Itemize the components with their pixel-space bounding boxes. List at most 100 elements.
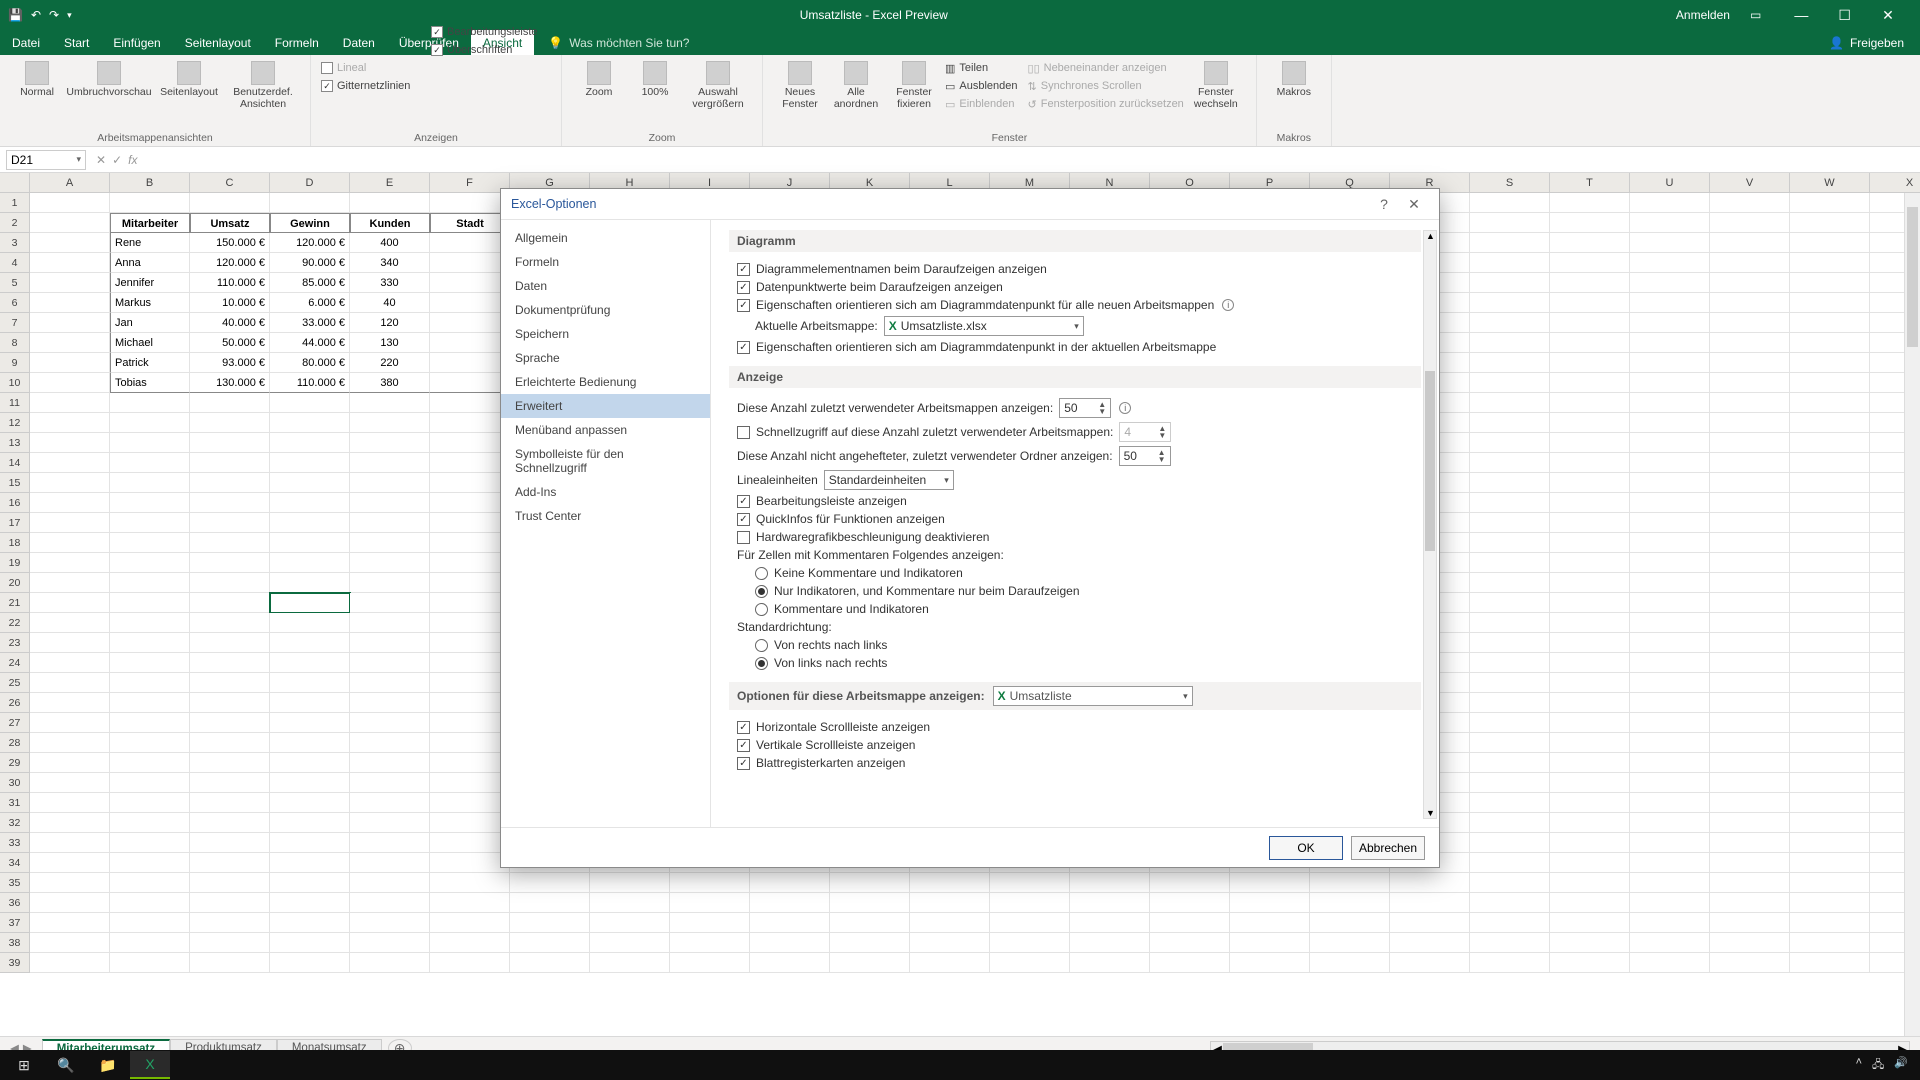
cell[interactable] <box>190 433 270 453</box>
cell[interactable] <box>1150 873 1230 893</box>
cell[interactable] <box>670 933 750 953</box>
cell[interactable] <box>1470 773 1550 793</box>
cell[interactable] <box>110 393 190 413</box>
cell[interactable] <box>1790 233 1870 253</box>
opt-comments-none[interactable]: Keine Kommentare und Indikatoren <box>729 564 1421 582</box>
cell[interactable] <box>750 893 830 913</box>
cell[interactable] <box>1790 853 1870 873</box>
col-header[interactable]: F <box>430 173 510 192</box>
cell[interactable] <box>1790 653 1870 673</box>
cell[interactable] <box>1470 253 1550 273</box>
cell[interactable] <box>1630 893 1710 913</box>
cell[interactable] <box>30 813 110 833</box>
cell[interactable] <box>350 473 430 493</box>
cell[interactable] <box>1790 633 1870 653</box>
cell[interactable] <box>1310 873 1390 893</box>
cell[interactable] <box>430 253 510 273</box>
cell[interactable] <box>1710 833 1790 853</box>
row-header[interactable]: 33 <box>0 833 30 853</box>
cell[interactable] <box>270 393 350 413</box>
cell[interactable] <box>110 513 190 533</box>
cell[interactable] <box>190 793 270 813</box>
cell[interactable] <box>350 813 430 833</box>
cell[interactable] <box>1630 333 1710 353</box>
cell[interactable] <box>1790 193 1870 213</box>
cell[interactable] <box>110 453 190 473</box>
tab-insert[interactable]: Einfügen <box>101 30 172 55</box>
cell[interactable] <box>1550 293 1630 313</box>
cell[interactable] <box>430 773 510 793</box>
save-icon[interactable]: 💾 <box>8 8 23 22</box>
cell[interactable] <box>190 613 270 633</box>
cell[interactable]: Gewinn <box>270 213 350 233</box>
cell[interactable] <box>1710 613 1790 633</box>
cell[interactable]: 120.000 € <box>270 233 350 253</box>
cell[interactable] <box>1790 453 1870 473</box>
col-header[interactable]: U <box>1630 173 1710 192</box>
cell[interactable] <box>30 833 110 853</box>
cell[interactable] <box>1470 673 1550 693</box>
cell[interactable] <box>590 893 670 913</box>
redo-icon[interactable]: ↷ <box>49 8 59 22</box>
cell[interactable] <box>110 873 190 893</box>
cell[interactable] <box>1790 593 1870 613</box>
name-box[interactable]: D21▾ <box>6 150 86 170</box>
cell[interactable] <box>510 933 590 953</box>
cell[interactable] <box>430 733 510 753</box>
cell[interactable] <box>30 293 110 313</box>
row-header[interactable]: 1 <box>0 193 30 213</box>
row-header[interactable]: 15 <box>0 473 30 493</box>
cell[interactable] <box>350 453 430 473</box>
cell[interactable] <box>990 893 1070 913</box>
cell[interactable] <box>1630 913 1710 933</box>
show-gridlines-checkbox[interactable]: ✓Gitternetzlinien <box>321 77 551 95</box>
cell[interactable] <box>1710 733 1790 753</box>
cell[interactable] <box>1710 553 1790 573</box>
cell[interactable] <box>430 233 510 253</box>
cell[interactable]: Rene <box>110 233 190 253</box>
cell[interactable] <box>430 533 510 553</box>
cell[interactable] <box>1630 193 1710 213</box>
col-header[interactable]: W <box>1790 173 1870 192</box>
cell[interactable] <box>110 733 190 753</box>
dialog-scrollbar[interactable]: ▲▼ <box>1423 230 1437 819</box>
cell[interactable] <box>1710 413 1790 433</box>
cell[interactable]: Markus <box>110 293 190 313</box>
cell[interactable] <box>830 953 910 973</box>
cell[interactable]: Anna <box>110 253 190 273</box>
view-custom-button[interactable]: Benutzerdef. Ansichten <box>226 59 300 112</box>
cell[interactable] <box>430 713 510 733</box>
cell[interactable] <box>1790 353 1870 373</box>
cell[interactable] <box>1790 733 1870 753</box>
cell[interactable] <box>350 853 430 873</box>
cell[interactable] <box>1790 513 1870 533</box>
cell[interactable] <box>430 593 510 613</box>
cell[interactable] <box>990 953 1070 973</box>
row-header[interactable]: 19 <box>0 553 30 573</box>
cell[interactable] <box>1550 913 1630 933</box>
cell[interactable] <box>1550 893 1630 913</box>
cell[interactable] <box>1630 933 1710 953</box>
cell[interactable]: Mitarbeiter <box>110 213 190 233</box>
cell[interactable]: 120 <box>350 313 430 333</box>
cell[interactable] <box>190 773 270 793</box>
cell[interactable] <box>590 873 670 893</box>
opt-chart-datapoint[interactable]: Datenpunktwerte beim Daraufzeigen anzeig… <box>729 278 1421 296</box>
cell[interactable] <box>1150 933 1230 953</box>
cell[interactable] <box>1790 573 1870 593</box>
cell[interactable] <box>990 873 1070 893</box>
cell[interactable] <box>1470 873 1550 893</box>
cell[interactable] <box>190 673 270 693</box>
cell[interactable] <box>190 193 270 213</box>
cell[interactable]: Kunden <box>350 213 430 233</box>
tell-me[interactable]: 💡Was möchten Sie tun? <box>534 36 689 50</box>
cell[interactable] <box>1630 553 1710 573</box>
cancel-button[interactable]: Abbrechen <box>1351 836 1425 860</box>
cell[interactable] <box>1790 333 1870 353</box>
cell[interactable] <box>110 193 190 213</box>
cell[interactable] <box>30 873 110 893</box>
cell[interactable] <box>190 413 270 433</box>
cell[interactable] <box>1230 913 1310 933</box>
cell[interactable] <box>1470 553 1550 573</box>
cell[interactable] <box>430 493 510 513</box>
